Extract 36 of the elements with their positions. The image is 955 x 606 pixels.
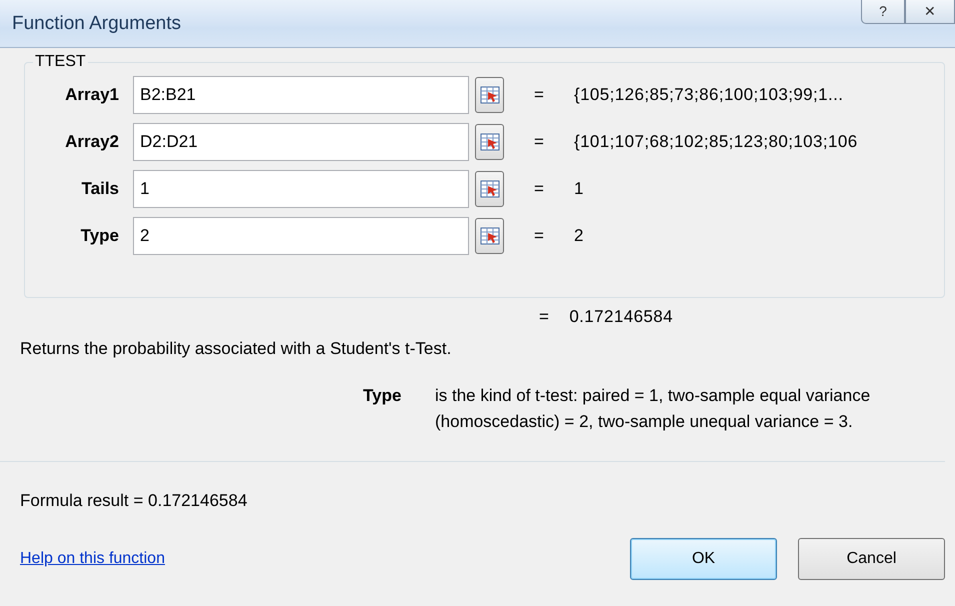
collapse-dialog-button[interactable] — [475, 124, 504, 160]
argument-result: {101;107;68;102;85;123;80;103;106 — [574, 130, 858, 153]
collapse-dialog-button[interactable] — [475, 218, 504, 254]
equals-sign: = — [533, 224, 545, 247]
function-result: 0.172146584 — [569, 306, 673, 328]
collapse-dialog-button[interactable] — [475, 76, 504, 112]
argument-description: is the kind of t-test: paired = 1, two-sample equal variance (homoscedastic) = 2, two-sample unequal variance = 3. — [435, 385, 872, 433]
help-link[interactable]: Help on this function — [20, 546, 165, 570]
argument-label: Tails — [80, 178, 120, 200]
argument-label: Array2 — [64, 130, 120, 153]
argument-label: Type — [80, 224, 120, 247]
argument-field[interactable]: 2 — [133, 216, 469, 254]
range-select-icon — [480, 132, 500, 150]
argument-result: 2 — [574, 224, 584, 247]
argument-field[interactable]: B2:B21 — [133, 76, 469, 114]
equals-sign: = — [539, 306, 550, 328]
argument-field[interactable]: 1 — [133, 170, 469, 208]
range-select-icon — [480, 180, 500, 198]
close-button[interactable]: ✕ — [905, 0, 955, 24]
equals-sign: = — [533, 84, 545, 106]
equals-sign: = — [533, 178, 545, 200]
argument-label: Array1 — [64, 84, 120, 106]
cancel-button[interactable]: Cancel — [798, 538, 945, 580]
argument-name: Type — [363, 385, 402, 407]
range-select-icon — [480, 86, 500, 104]
collapse-dialog-button[interactable] — [475, 170, 504, 206]
range-select-icon — [480, 226, 500, 244]
argument-result: {105;126;85;73;86;100;103;99;1... — [574, 84, 844, 106]
argument-result: 1 — [574, 178, 584, 200]
argument-field[interactable]: D2:D21 — [133, 122, 469, 160]
help-button[interactable]: ? — [861, 0, 905, 24]
equals-sign: = — [533, 130, 545, 153]
function-description: Returns the probability associated with a Student's t-Test. — [20, 338, 452, 360]
ok-button[interactable]: OK — [630, 538, 777, 580]
formula-result: Formula result = 0.172146584 — [20, 490, 248, 512]
window-title: Function Arguments — [12, 12, 181, 36]
